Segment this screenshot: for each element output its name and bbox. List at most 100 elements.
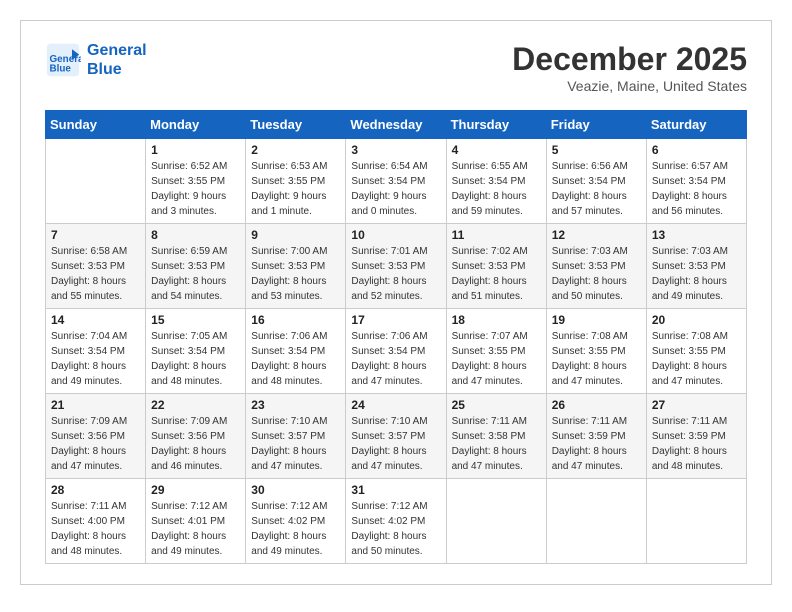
day-number: 14	[51, 313, 140, 327]
day-info: Sunrise: 7:04 AMSunset: 3:54 PMDaylight:…	[51, 329, 140, 389]
day-info: Sunrise: 6:55 AMSunset: 3:54 PMDaylight:…	[452, 159, 541, 219]
day-info: Sunrise: 7:09 AMSunset: 3:56 PMDaylight:…	[51, 414, 140, 474]
day-info: Sunrise: 6:54 AMSunset: 3:54 PMDaylight:…	[351, 159, 440, 219]
day-number: 8	[151, 228, 240, 242]
day-info: Sunrise: 7:12 AMSunset: 4:02 PMDaylight:…	[251, 499, 340, 559]
day-number: 4	[452, 143, 541, 157]
day-cell: 14 Sunrise: 7:04 AMSunset: 3:54 PMDayligh…	[46, 309, 146, 394]
day-cell: 16 Sunrise: 7:06 AMSunset: 3:54 PMDayligh…	[246, 309, 346, 394]
day-cell: 24 Sunrise: 7:10 AMSunset: 3:57 PMDayligh…	[346, 394, 446, 479]
day-cell: 19 Sunrise: 7:08 AMSunset: 3:55 PMDayligh…	[546, 309, 646, 394]
day-number: 23	[251, 398, 340, 412]
day-info: Sunrise: 7:11 AMSunset: 3:59 PMDaylight:…	[552, 414, 641, 474]
day-number: 25	[452, 398, 541, 412]
day-cell: 8 Sunrise: 6:59 AMSunset: 3:53 PMDaylight…	[146, 224, 246, 309]
day-cell: 3 Sunrise: 6:54 AMSunset: 3:54 PMDaylight…	[346, 139, 446, 224]
day-number: 17	[351, 313, 440, 327]
day-info: Sunrise: 7:10 AMSunset: 3:57 PMDaylight:…	[251, 414, 340, 474]
day-cell: 23 Sunrise: 7:10 AMSunset: 3:57 PMDayligh…	[246, 394, 346, 479]
day-info: Sunrise: 7:08 AMSunset: 3:55 PMDaylight:…	[552, 329, 641, 389]
day-info: Sunrise: 7:10 AMSunset: 3:57 PMDaylight:…	[351, 414, 440, 474]
day-info: Sunrise: 7:11 AMSunset: 4:00 PMDaylight:…	[51, 499, 140, 559]
day-number: 18	[452, 313, 541, 327]
week-row-1: 1 Sunrise: 6:52 AMSunset: 3:55 PMDaylight…	[46, 139, 747, 224]
day-cell: 15Sunrise: 7:05 AMSunset: 3:54 PMDayligh…	[146, 309, 246, 394]
day-number: 19	[552, 313, 641, 327]
day-cell: 29 Sunrise: 7:12 AMSunset: 4:01 PMDayligh…	[146, 479, 246, 564]
day-number: 2	[251, 143, 340, 157]
day-number: 24	[351, 398, 440, 412]
header-cell-saturday: Saturday	[646, 111, 746, 139]
day-cell: 5Sunrise: 6:56 AMSunset: 3:54 PMDaylight…	[546, 139, 646, 224]
header-cell-tuesday: Tuesday	[246, 111, 346, 139]
day-info: Sunrise: 6:59 AMSunset: 3:53 PMDaylight:…	[151, 244, 240, 304]
day-number: 21	[51, 398, 140, 412]
day-info: Sunrise: 7:09 AMSunset: 3:56 PMDaylight:…	[151, 414, 240, 474]
day-info: Sunrise: 7:12 AMSunset: 4:02 PMDaylight:…	[351, 499, 440, 559]
day-info: Sunrise: 7:03 AMSunset: 3:53 PMDaylight:…	[652, 244, 741, 304]
day-cell: 7 Sunrise: 6:58 AMSunset: 3:53 PMDaylight…	[46, 224, 146, 309]
day-cell: 21 Sunrise: 7:09 AMSunset: 3:56 PMDayligh…	[46, 394, 146, 479]
day-number: 31	[351, 483, 440, 497]
day-number: 29	[151, 483, 240, 497]
day-cell: 17 Sunrise: 7:06 AMSunset: 3:54 PMDayligh…	[346, 309, 446, 394]
day-number: 7	[51, 228, 140, 242]
day-cell	[446, 479, 546, 564]
day-number: 6	[652, 143, 741, 157]
day-cell: 27Sunrise: 7:11 AMSunset: 3:59 PMDayligh…	[646, 394, 746, 479]
day-info: Sunrise: 7:01 AMSunset: 3:53 PMDaylight:…	[351, 244, 440, 304]
day-cell: 12Sunrise: 7:03 AMSunset: 3:53 PMDayligh…	[546, 224, 646, 309]
day-info: Sunrise: 6:52 AMSunset: 3:55 PMDaylight:…	[151, 159, 240, 219]
header-cell-friday: Friday	[546, 111, 646, 139]
logo-text2: Blue	[87, 60, 147, 79]
day-info: Sunrise: 7:03 AMSunset: 3:53 PMDaylight:…	[552, 244, 641, 304]
logo: General Blue General Blue	[45, 41, 147, 79]
logo-text: General	[87, 41, 147, 60]
day-number: 10	[351, 228, 440, 242]
calendar-title: December 2025	[512, 41, 747, 78]
day-number: 3	[351, 143, 440, 157]
day-info: Sunrise: 6:58 AMSunset: 3:53 PMDaylight:…	[51, 244, 140, 304]
calendar-table: SundayMondayTuesdayWednesdayThursdayFrid…	[45, 110, 747, 564]
week-row-4: 21 Sunrise: 7:09 AMSunset: 3:56 PMDayligh…	[46, 394, 747, 479]
day-cell: 26Sunrise: 7:11 AMSunset: 3:59 PMDayligh…	[546, 394, 646, 479]
week-row-2: 7 Sunrise: 6:58 AMSunset: 3:53 PMDaylight…	[46, 224, 747, 309]
header-row: SundayMondayTuesdayWednesdayThursdayFrid…	[46, 111, 747, 139]
day-info: Sunrise: 7:06 AMSunset: 3:54 PMDaylight:…	[251, 329, 340, 389]
day-number: 1	[151, 143, 240, 157]
day-cell: 31 Sunrise: 7:12 AMSunset: 4:02 PMDayligh…	[346, 479, 446, 564]
day-cell: 4 Sunrise: 6:55 AMSunset: 3:54 PMDaylight…	[446, 139, 546, 224]
day-number: 16	[251, 313, 340, 327]
week-row-3: 14 Sunrise: 7:04 AMSunset: 3:54 PMDayligh…	[46, 309, 747, 394]
day-cell: 13 Sunrise: 7:03 AMSunset: 3:53 PMDayligh…	[646, 224, 746, 309]
day-cell: 28Sunrise: 7:11 AMSunset: 4:00 PMDayligh…	[46, 479, 146, 564]
day-cell: 30 Sunrise: 7:12 AMSunset: 4:02 PMDayligh…	[246, 479, 346, 564]
day-number: 20	[652, 313, 741, 327]
day-info: Sunrise: 7:12 AMSunset: 4:01 PMDaylight:…	[151, 499, 240, 559]
header-cell-monday: Monday	[146, 111, 246, 139]
day-number: 27	[652, 398, 741, 412]
day-info: Sunrise: 6:53 AMSunset: 3:55 PMDaylight:…	[251, 159, 340, 219]
day-info: Sunrise: 7:02 AMSunset: 3:53 PMDaylight:…	[452, 244, 541, 304]
day-cell: 11Sunrise: 7:02 AMSunset: 3:53 PMDayligh…	[446, 224, 546, 309]
day-number: 9	[251, 228, 340, 242]
calendar-page: General Blue General Blue December 2025 …	[20, 20, 772, 585]
calendar-subtitle: Veazie, Maine, United States	[512, 78, 747, 94]
day-cell: 1 Sunrise: 6:52 AMSunset: 3:55 PMDaylight…	[146, 139, 246, 224]
day-cell	[46, 139, 146, 224]
day-cell: 22 Sunrise: 7:09 AMSunset: 3:56 PMDayligh…	[146, 394, 246, 479]
day-info: Sunrise: 6:57 AMSunset: 3:54 PMDaylight:…	[652, 159, 741, 219]
day-info: Sunrise: 7:06 AMSunset: 3:54 PMDaylight:…	[351, 329, 440, 389]
logo-icon: General Blue	[45, 42, 81, 78]
day-cell	[546, 479, 646, 564]
day-number: 5	[552, 143, 641, 157]
day-cell	[646, 479, 746, 564]
day-cell: 20Sunrise: 7:08 AMSunset: 3:55 PMDayligh…	[646, 309, 746, 394]
day-number: 15	[151, 313, 240, 327]
day-cell: 18 Sunrise: 7:07 AMSunset: 3:55 PMDayligh…	[446, 309, 546, 394]
title-block: December 2025 Veazie, Maine, United Stat…	[512, 41, 747, 94]
day-number: 13	[652, 228, 741, 242]
day-number: 22	[151, 398, 240, 412]
day-info: Sunrise: 7:07 AMSunset: 3:55 PMDaylight:…	[452, 329, 541, 389]
day-number: 30	[251, 483, 340, 497]
